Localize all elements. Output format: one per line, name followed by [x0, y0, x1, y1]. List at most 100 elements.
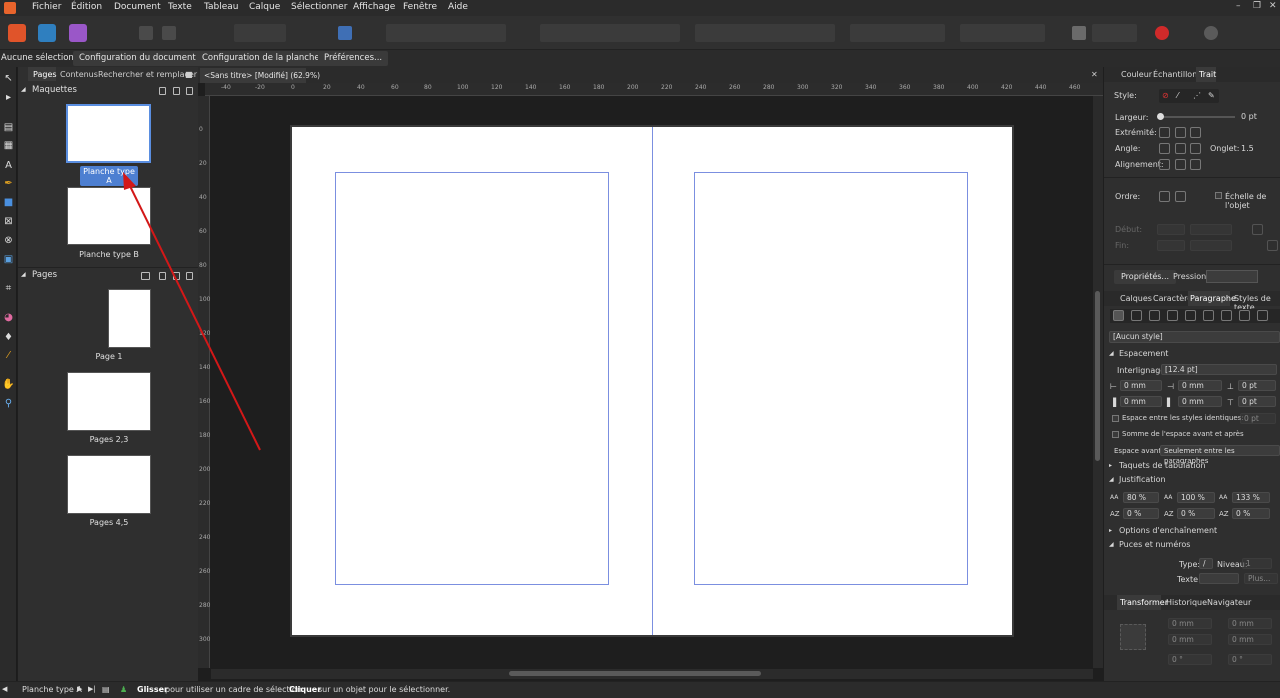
- stroke-behind-icon[interactable]: [1159, 191, 1170, 202]
- designer-persona-icon[interactable]: [38, 24, 56, 42]
- space-after-field[interactable]: 0 pt: [1238, 396, 1276, 407]
- hand-tool-icon[interactable]: ✋: [2, 378, 15, 391]
- transform-x-field[interactable]: 0 mm: [1168, 618, 1212, 629]
- justify-right-icon[interactable]: [1203, 310, 1214, 321]
- current-page-label[interactable]: Planche type A: [22, 685, 82, 694]
- picture-frame-tool-icon[interactable]: ⊠: [2, 215, 15, 228]
- word-spacing-min-field[interactable]: 80 %: [1123, 492, 1159, 503]
- photo-persona-icon[interactable]: [69, 24, 87, 42]
- zoom-tool-icon[interactable]: ⚲: [2, 397, 15, 410]
- transform-height-field[interactable]: 0 mm: [1228, 634, 1272, 645]
- close-document-icon[interactable]: ✕: [1091, 70, 1098, 79]
- round-join-icon[interactable]: [1175, 143, 1186, 154]
- tab-paragraphe[interactable]: Paragraphe: [1190, 294, 1236, 303]
- width-slider-handle[interactable]: [1157, 113, 1164, 120]
- word-spacing-opt-field[interactable]: 100 %: [1177, 492, 1215, 503]
- tab-echantillons[interactable]: Échantillons: [1153, 70, 1201, 79]
- expand-flow-icon[interactable]: ▸: [1109, 527, 1112, 534]
- same-style-spacing-checkbox[interactable]: [1112, 415, 1119, 422]
- menu-affichage[interactable]: Affichage: [353, 2, 395, 12]
- expand-tabs-icon[interactable]: ▸: [1109, 462, 1112, 469]
- crop-tool-icon[interactable]: ⌗: [2, 282, 15, 295]
- frame-icon[interactable]: [338, 26, 352, 40]
- flow-options-section[interactable]: Options d'enchaînement: [1119, 526, 1217, 535]
- align-towards-spine-icon[interactable]: [1239, 310, 1250, 321]
- table-tool-icon[interactable]: ▦: [2, 139, 15, 152]
- menu-fichier[interactable]: Fichier: [32, 2, 61, 12]
- butt-cap-icon[interactable]: [1159, 127, 1170, 138]
- fill-tool-icon[interactable]: ◕: [2, 311, 15, 324]
- transform-rotation-field[interactable]: 0 °: [1168, 654, 1212, 665]
- place-image-tool-icon[interactable]: ▣: [2, 253, 15, 266]
- round-cap-icon[interactable]: [1175, 127, 1186, 138]
- align-outside-stroke-icon[interactable]: [1190, 159, 1201, 170]
- horizontal-scrollbar[interactable]: [211, 669, 1093, 679]
- pressure-curve-field[interactable]: [1206, 270, 1258, 283]
- collapse-justification-icon[interactable]: ◢: [1109, 476, 1114, 483]
- tab-transformer[interactable]: Transformer: [1120, 598, 1168, 607]
- bullet-type-dropdown[interactable]: /: [1199, 558, 1213, 569]
- menu-document[interactable]: Document: [114, 2, 161, 12]
- delete-master-icon[interactable]: [186, 87, 193, 95]
- collapse-pages-icon[interactable]: ◢: [21, 271, 26, 278]
- stroke-front-icon[interactable]: [1175, 191, 1186, 202]
- ellipse-frame-tool-icon[interactable]: ⊗: [2, 234, 15, 247]
- align-center-stroke-icon[interactable]: [1159, 159, 1170, 170]
- preflight-icon[interactable]: [1072, 26, 1086, 40]
- horizontal-scroll-thumb[interactable]: [509, 671, 761, 676]
- level-field[interactable]: 1: [1242, 558, 1272, 569]
- square-cap-icon[interactable]: [1190, 127, 1201, 138]
- close-icon[interactable]: ✕: [1269, 1, 1277, 11]
- tab-stops-section[interactable]: Taquets de tabulation: [1119, 461, 1206, 470]
- page-view-icon[interactable]: ▤: [102, 685, 110, 694]
- master-a-thumbnail[interactable]: [66, 104, 151, 163]
- menu-calque[interactable]: Calque: [249, 2, 280, 12]
- prev-page-icon[interactable]: ◀: [2, 685, 7, 693]
- collapse-bullets-icon[interactable]: ◢: [1109, 541, 1114, 548]
- menu-selectionner[interactable]: Sélectionner: [291, 2, 347, 12]
- letter-spacing-max-field[interactable]: 0 %: [1232, 508, 1270, 519]
- justify-all-icon[interactable]: [1221, 310, 1232, 321]
- vertical-scroll-thumb[interactable]: [1095, 291, 1100, 461]
- justify-center-icon[interactable]: [1185, 310, 1196, 321]
- collapse-spacing-icon[interactable]: ◢: [1109, 350, 1114, 357]
- page-spread[interactable]: [290, 125, 1014, 637]
- last-page-icon[interactable]: ▶|: [88, 685, 96, 693]
- tab-trait[interactable]: Trait: [1199, 70, 1216, 79]
- add-master-icon[interactable]: [159, 87, 166, 95]
- pen-tool-icon[interactable]: ✒: [2, 177, 15, 190]
- align-left-icon[interactable]: [1113, 310, 1124, 321]
- bullet-more-button[interactable]: Plus...: [1244, 573, 1278, 584]
- left-indent-field[interactable]: 0 mm: [1120, 380, 1162, 391]
- spread-setup-button[interactable]: Configuration de la planche...: [196, 51, 334, 66]
- menu-texte[interactable]: Texte: [168, 2, 192, 12]
- arrow-end-dropdown[interactable]: [1157, 240, 1185, 251]
- menu-aide[interactable]: Aide: [448, 2, 468, 12]
- tab-contents[interactable]: Contenus: [60, 70, 98, 79]
- menu-fenetre[interactable]: Fenêtre: [403, 2, 437, 12]
- tab-find-replace[interactable]: Rechercher et remplacer: [98, 70, 197, 79]
- space-before-field[interactable]: 0 pt: [1238, 380, 1276, 391]
- collapse-masters-icon[interactable]: ◢: [21, 86, 26, 93]
- align-inside-stroke-icon[interactable]: [1175, 159, 1186, 170]
- space-before-mode-dropdown[interactable]: Seulement entre les paragraphes: [1160, 445, 1280, 465]
- vertical-scrollbar[interactable]: [1093, 96, 1103, 668]
- leading-dropdown[interactable]: [12.4 pt]: [1161, 364, 1277, 375]
- scale-with-object-checkbox[interactable]: [1215, 192, 1222, 199]
- miter-join-icon[interactable]: [1159, 143, 1170, 154]
- first-line-indent-field[interactable]: 0 mm: [1120, 396, 1162, 407]
- sum-spacing-checkbox[interactable]: [1112, 431, 1119, 438]
- text-frame-tool-icon[interactable]: ▤: [2, 121, 15, 134]
- pages-4-5-thumbnail[interactable]: [67, 455, 151, 514]
- tab-historique[interactable]: Historique: [1166, 598, 1207, 607]
- width-value[interactable]: 0 pt: [1241, 112, 1257, 121]
- bevel-join-icon[interactable]: [1190, 143, 1201, 154]
- same-style-spacing-field[interactable]: 0 pt: [1240, 413, 1276, 424]
- document-setup-button[interactable]: Configuration du document...: [73, 51, 210, 66]
- align-away-spine-icon[interactable]: [1257, 310, 1268, 321]
- transparency-tool-icon[interactable]: ♦: [2, 331, 15, 344]
- move-tool-icon[interactable]: ↖: [2, 72, 15, 85]
- last-line-indent-field[interactable]: 0 mm: [1178, 396, 1222, 407]
- next-page-icon[interactable]: ▶: [77, 685, 82, 693]
- minimize-icon[interactable]: –: [1236, 1, 1241, 11]
